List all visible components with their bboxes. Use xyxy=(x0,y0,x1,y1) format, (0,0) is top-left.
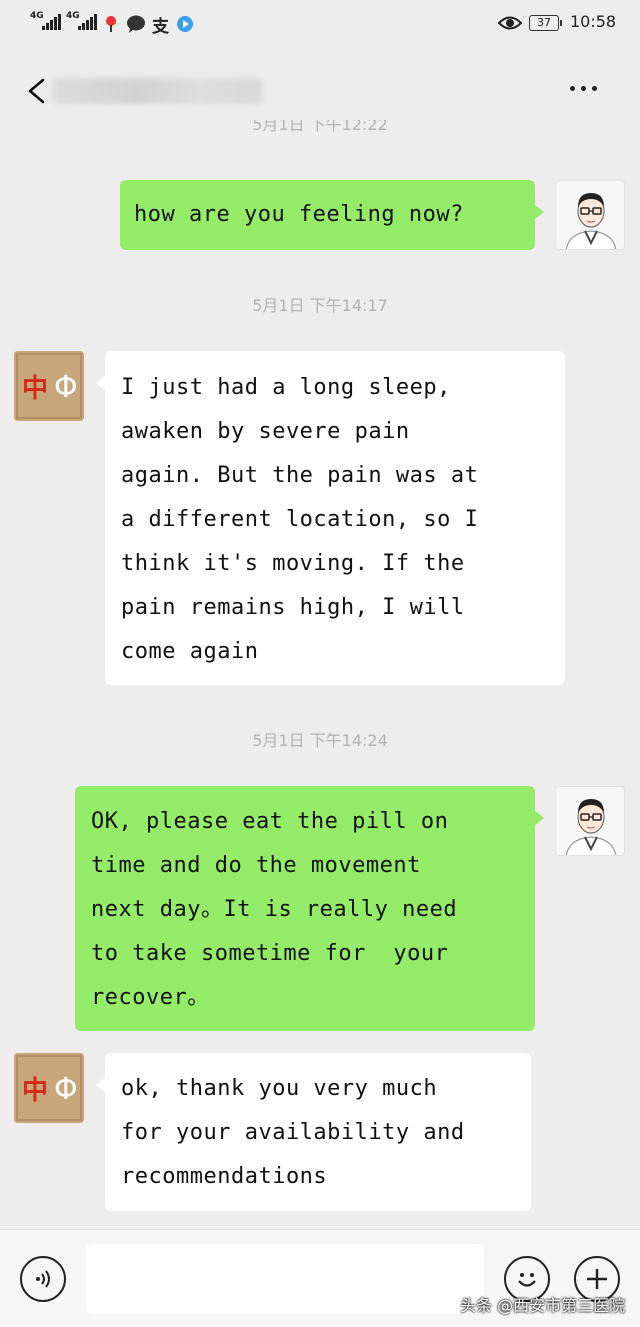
incoming-message[interactable]: ok, thank you very much for your availab… xyxy=(96,1053,531,1211)
alipay-icon: 支 xyxy=(152,17,169,37)
location-icon xyxy=(106,16,116,32)
svg-text:Φ: Φ xyxy=(54,370,78,405)
signal-icon xyxy=(78,14,97,30)
timestamp: 5月1日 下午14:17 xyxy=(252,296,388,315)
chevron-left-icon[interactable] xyxy=(26,78,46,104)
play-icon xyxy=(177,16,193,32)
message-input[interactable] xyxy=(86,1244,484,1314)
battery-level: 37 xyxy=(537,16,551,29)
chat-icon xyxy=(127,15,145,33)
voice-icon[interactable] xyxy=(20,1256,66,1302)
status-bar: 4G 4G 支 37 10:58 xyxy=(0,0,640,46)
patient-avatar[interactable]: 中 Φ xyxy=(14,351,84,421)
outgoing-message[interactable]: how are you feeling now? xyxy=(120,180,544,250)
signal-icon xyxy=(42,14,61,30)
incoming-message[interactable]: I just had a long sleep, awaken by sever… xyxy=(96,351,565,685)
timestamp: 5月1日 下午12:22 xyxy=(252,120,388,134)
watermark: 头条 @西安市第三医院 xyxy=(460,1296,626,1315)
more-dots-icon[interactable] xyxy=(570,86,597,91)
svg-text:中: 中 xyxy=(22,374,48,404)
doctor-avatar[interactable] xyxy=(555,786,625,856)
doctor-avatar[interactable] xyxy=(555,180,625,250)
svg-text:Φ: Φ xyxy=(54,1072,78,1107)
timestamp: 5月1日 下午14:24 xyxy=(252,731,388,750)
outgoing-message[interactable]: OK, please eat the pill on time and do t… xyxy=(75,786,544,1031)
status-time: 10:58 xyxy=(570,12,617,31)
battery-icon: 37 xyxy=(529,15,562,31)
eye-icon xyxy=(498,16,522,30)
contact-name-blurred xyxy=(52,78,262,104)
patient-avatar[interactable]: 中 Φ xyxy=(14,1053,84,1123)
svg-text:中: 中 xyxy=(22,1076,48,1106)
